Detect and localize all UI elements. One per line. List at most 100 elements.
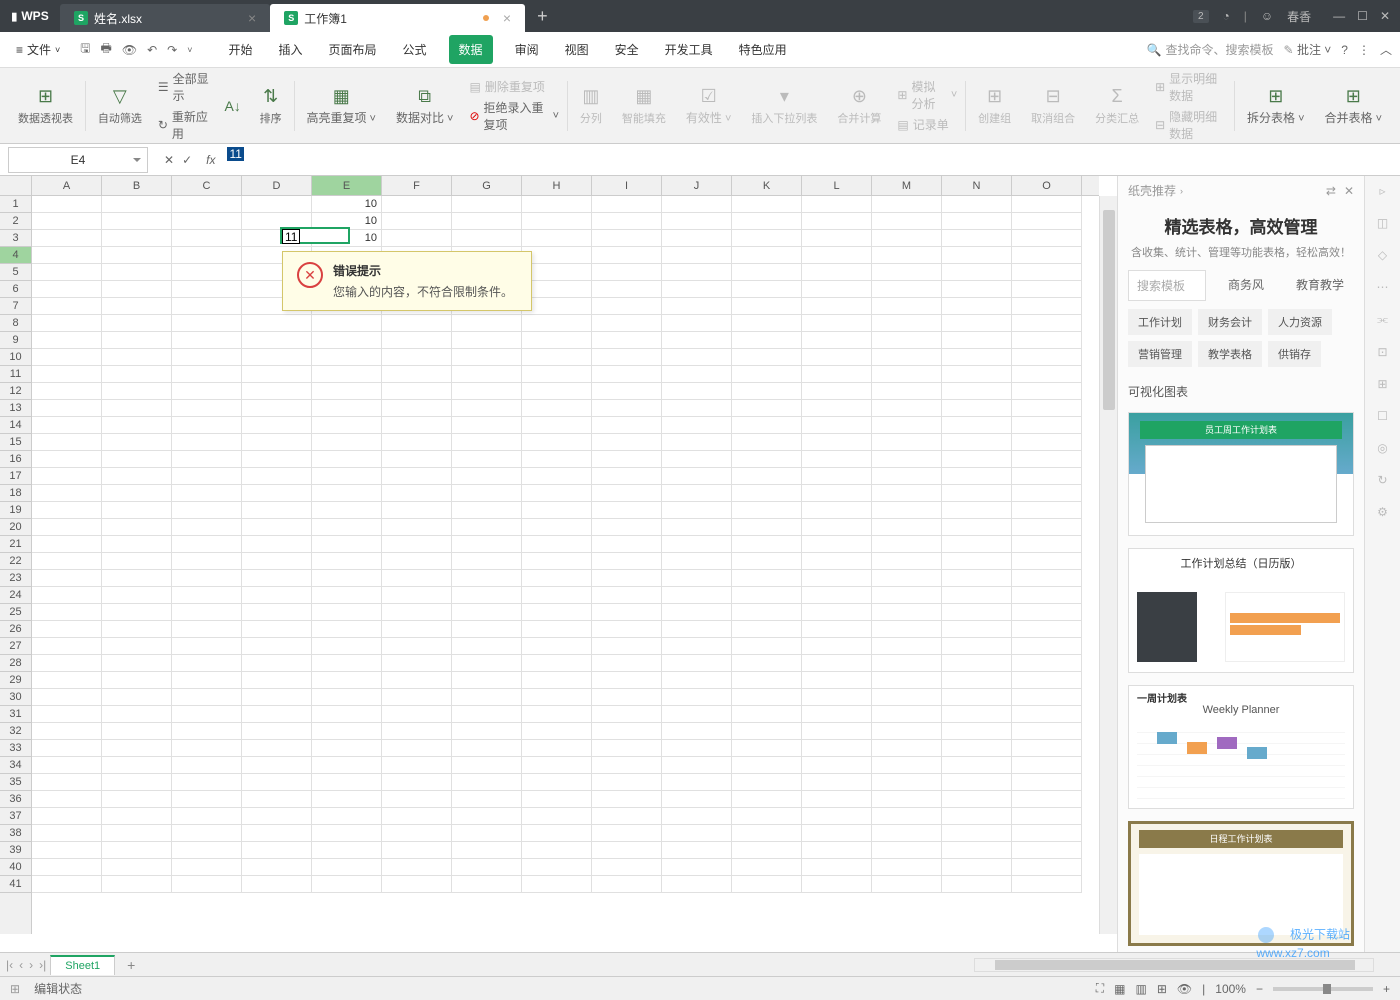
sort-asc-button[interactable]: A↓ — [216, 68, 250, 143]
cell-M10[interactable] — [872, 349, 942, 366]
cell-M8[interactable] — [872, 315, 942, 332]
row-header-5[interactable]: 5 — [0, 264, 31, 281]
cell-F9[interactable] — [382, 332, 452, 349]
cell-G41[interactable] — [452, 876, 522, 893]
cell-C15[interactable] — [172, 434, 242, 451]
cell-G3[interactable] — [452, 230, 522, 247]
row-header-2[interactable]: 2 — [0, 213, 31, 230]
cell-F18[interactable] — [382, 485, 452, 502]
cell-N30[interactable] — [942, 689, 1012, 706]
cell-M24[interactable] — [872, 587, 942, 604]
cell-H4[interactable] — [522, 247, 592, 264]
cell-F25[interactable] — [382, 604, 452, 621]
cell-A24[interactable] — [32, 587, 102, 604]
cell-D9[interactable] — [242, 332, 312, 349]
cell-F12[interactable] — [382, 383, 452, 400]
cell-A15[interactable] — [32, 434, 102, 451]
cell-E27[interactable] — [312, 638, 382, 655]
cell-H25[interactable] — [522, 604, 592, 621]
cell-L9[interactable] — [802, 332, 872, 349]
cell-L33[interactable] — [802, 740, 872, 757]
row-header-6[interactable]: 6 — [0, 281, 31, 298]
cell-N19[interactable] — [942, 502, 1012, 519]
cell-I35[interactable] — [592, 774, 662, 791]
cell-J41[interactable] — [662, 876, 732, 893]
cell-O41[interactable] — [1012, 876, 1082, 893]
cell-D39[interactable] — [242, 842, 312, 859]
cell-C3[interactable] — [172, 230, 242, 247]
cell-A34[interactable] — [32, 757, 102, 774]
panel-tab-business[interactable]: 商务风 — [1212, 270, 1280, 301]
cell-A7[interactable] — [32, 298, 102, 315]
cell-C5[interactable] — [172, 264, 242, 281]
cell-B5[interactable] — [102, 264, 172, 281]
cell-K4[interactable] — [732, 247, 802, 264]
cell-L18[interactable] — [802, 485, 872, 502]
cell-K22[interactable] — [732, 553, 802, 570]
cell-D15[interactable] — [242, 434, 312, 451]
cell-H16[interactable] — [522, 451, 592, 468]
cell-M9[interactable] — [872, 332, 942, 349]
cell-B1[interactable] — [102, 196, 172, 213]
template-thumb-3[interactable]: 一周计划表 Weekly Planner — [1128, 685, 1354, 809]
cell-H13[interactable] — [522, 400, 592, 417]
cell-N32[interactable] — [942, 723, 1012, 740]
cell-K37[interactable] — [732, 808, 802, 825]
cell-D33[interactable] — [242, 740, 312, 757]
cell-M7[interactable] — [872, 298, 942, 315]
row-header-25[interactable]: 25 — [0, 604, 31, 621]
cell-E29[interactable] — [312, 672, 382, 689]
cell-edit-input[interactable]: 11 — [282, 229, 300, 244]
cell-L14[interactable] — [802, 417, 872, 434]
cell-N29[interactable] — [942, 672, 1012, 689]
cell-I4[interactable] — [592, 247, 662, 264]
cell-C7[interactable] — [172, 298, 242, 315]
cell-J12[interactable] — [662, 383, 732, 400]
cell-M32[interactable] — [872, 723, 942, 740]
cell-J22[interactable] — [662, 553, 732, 570]
cell-I25[interactable] — [592, 604, 662, 621]
cell-N27[interactable] — [942, 638, 1012, 655]
highlight-dup-button[interactable]: ▦高亮重复项 ˅ — [296, 68, 386, 143]
cell-E17[interactable] — [312, 468, 382, 485]
cell-B8[interactable] — [102, 315, 172, 332]
cell-B28[interactable] — [102, 655, 172, 672]
cell-A23[interactable] — [32, 570, 102, 587]
cell-O5[interactable] — [1012, 264, 1082, 281]
cell-O17[interactable] — [1012, 468, 1082, 485]
save-icon[interactable]: 🖫 — [80, 39, 90, 60]
cell-D10[interactable] — [242, 349, 312, 366]
cell-B16[interactable] — [102, 451, 172, 468]
cell-N15[interactable] — [942, 434, 1012, 451]
cell-L40[interactable] — [802, 859, 872, 876]
cell-H33[interactable] — [522, 740, 592, 757]
cell-F11[interactable] — [382, 366, 452, 383]
cell-I40[interactable] — [592, 859, 662, 876]
category-教学表格[interactable]: 教学表格 — [1198, 341, 1262, 367]
cell-E19[interactable] — [312, 502, 382, 519]
cell-F23[interactable] — [382, 570, 452, 587]
zoom-in-icon[interactable]: + — [1383, 982, 1390, 996]
row-header-38[interactable]: 38 — [0, 825, 31, 842]
cell-N11[interactable] — [942, 366, 1012, 383]
cell-J4[interactable] — [662, 247, 732, 264]
cell-K14[interactable] — [732, 417, 802, 434]
cell-B37[interactable] — [102, 808, 172, 825]
cell-B23[interactable] — [102, 570, 172, 587]
close-window-icon[interactable]: ✕ — [1380, 9, 1390, 23]
cell-H24[interactable] — [522, 587, 592, 604]
row-header-36[interactable]: 36 — [0, 791, 31, 808]
cell-H21[interactable] — [522, 536, 592, 553]
cell-O40[interactable] — [1012, 859, 1082, 876]
cell-L28[interactable] — [802, 655, 872, 672]
cell-M41[interactable] — [872, 876, 942, 893]
cell-B40[interactable] — [102, 859, 172, 876]
cell-O20[interactable] — [1012, 519, 1082, 536]
cell-K38[interactable] — [732, 825, 802, 842]
cell-E10[interactable] — [312, 349, 382, 366]
cell-C1[interactable] — [172, 196, 242, 213]
cell-O29[interactable] — [1012, 672, 1082, 689]
cell-M38[interactable] — [872, 825, 942, 842]
cell-E35[interactable] — [312, 774, 382, 791]
cell-E24[interactable] — [312, 587, 382, 604]
